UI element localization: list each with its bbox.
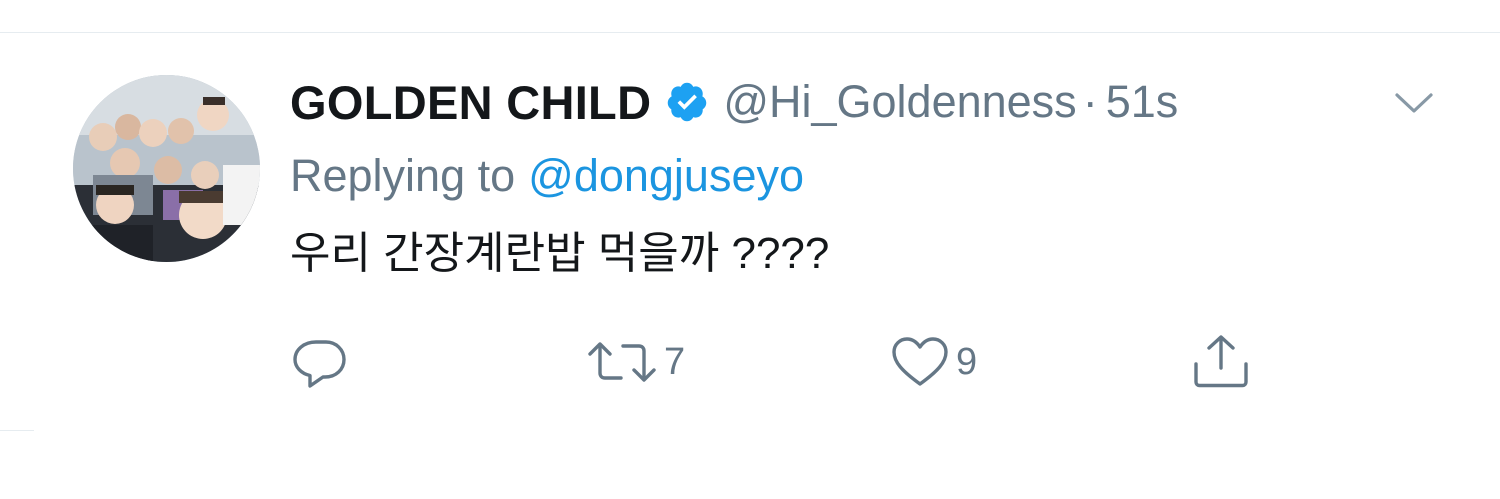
- reply-icon: [293, 340, 346, 388]
- reply-button[interactable]: [292, 334, 354, 390]
- retweet-icon: [588, 342, 656, 382]
- verified-badge-icon: [665, 80, 709, 124]
- avatar-photo: [73, 75, 260, 262]
- display-name[interactable]: GOLDEN CHILD: [290, 75, 651, 130]
- replying-to: Replying to @dongjuseyo: [290, 148, 804, 204]
- share-button[interactable]: [1191, 334, 1257, 390]
- heart-icon: [892, 337, 948, 386]
- avatar[interactable]: [73, 75, 260, 262]
- share-icon: [1194, 335, 1248, 388]
- reply-mention-link[interactable]: @dongjuseyo: [528, 150, 804, 202]
- retweet-count: 7: [664, 340, 686, 383]
- like-button[interactable]: 9: [890, 334, 977, 390]
- retweet-button[interactable]: 7: [586, 334, 685, 390]
- more-options-chevron-down-icon[interactable]: [1393, 90, 1435, 116]
- separator-dot: ·: [1082, 76, 1098, 127]
- user-handle[interactable]: @Hi_Goldenness: [723, 76, 1076, 128]
- tweet-text: 우리 간장계란밥 먹을까 ????: [290, 229, 830, 278]
- top-divider: [0, 32, 1500, 33]
- tweet-header: GOLDEN CHILD @Hi_Goldenness · 51s: [290, 72, 1178, 132]
- like-count: 9: [956, 340, 978, 383]
- timestamp[interactable]: 51s: [1106, 76, 1179, 128]
- bottom-divider: [0, 430, 34, 431]
- replying-to-label: Replying to: [290, 150, 516, 201]
